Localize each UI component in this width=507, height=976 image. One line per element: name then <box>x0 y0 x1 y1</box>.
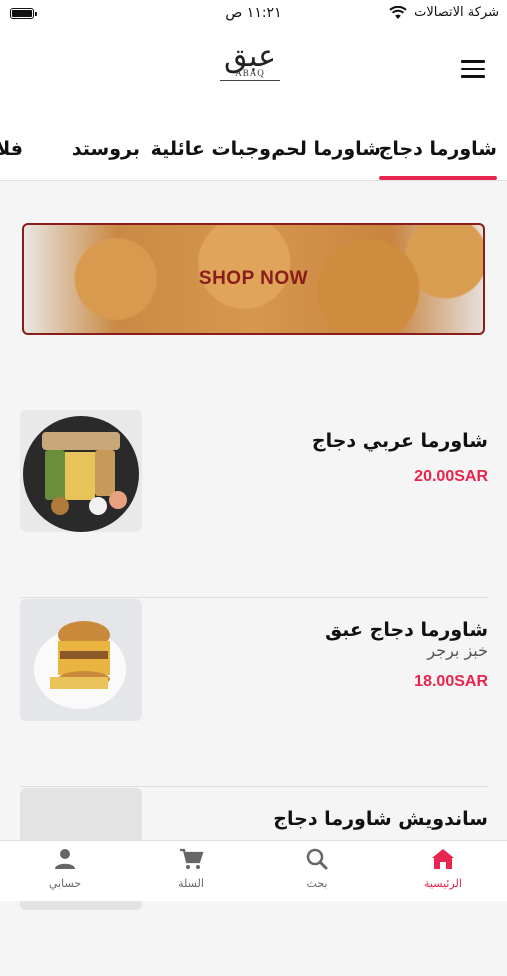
status-bar: شركة الاتصالات ١١:٢١ ص <box>0 0 507 30</box>
hamburger-icon <box>461 60 485 63</box>
nav-cart[interactable]: السلة <box>146 847 236 890</box>
product-card[interactable]: شاورما دجاج عبق خبز برجر 18.00SAR <box>20 599 488 787</box>
banner-text: SHOP NOW <box>198 268 309 289</box>
product-card[interactable]: شاورما عربي دجاج 20.00SAR <box>20 410 488 598</box>
tab-family-meals[interactable]: وجبات عائلية <box>151 138 271 160</box>
product-price: 18.00SAR <box>414 673 488 690</box>
tab-meat-shawarma[interactable]: شاورما لحم <box>271 138 381 160</box>
product-image <box>20 410 142 532</box>
menu-button[interactable] <box>461 60 485 80</box>
promo-banner[interactable]: SHOP NOW <box>22 223 485 335</box>
home-icon <box>432 849 454 869</box>
nav-account-label: حسابي <box>48 877 82 890</box>
nav-search-label: بحث <box>306 877 328 890</box>
person-icon <box>55 849 75 869</box>
product-name: ساندويش شاورما دجاج <box>273 808 488 830</box>
nav-search[interactable]: بحث <box>272 847 362 890</box>
bottom-navigation: الرئيسية بحث السلة حسابي <box>0 840 507 901</box>
battery-icon <box>10 8 37 19</box>
product-name: شاورما عربي دجاج <box>311 430 488 452</box>
status-time: ١١:٢١ ص <box>225 5 282 21</box>
tab-broasted[interactable]: بروستد <box>72 138 140 160</box>
product-image <box>20 599 142 721</box>
nav-home[interactable]: الرئيسية <box>398 847 488 890</box>
logo-latin: ABAQ <box>235 68 265 78</box>
cart-icon <box>180 848 204 869</box>
product-name: شاورما دجاج عبق <box>325 619 488 641</box>
product-description: خبز برجر <box>427 641 488 660</box>
tab-partial[interactable]: فلا <box>0 138 23 160</box>
search-icon <box>306 848 328 870</box>
nav-account[interactable]: حسابي <box>20 847 110 890</box>
product-price: 20.00SAR <box>414 468 488 485</box>
tab-chicken-shawarma[interactable]: شاورما دجاج <box>378 138 498 180</box>
nav-cart-label: السلة <box>178 877 204 890</box>
app-header: عبق ABAQ <box>0 30 507 110</box>
category-tabs: شاورما دجاج شاورما لحم وجبات عائلية بروس… <box>0 110 507 181</box>
nav-home-label: الرئيسية <box>424 877 462 890</box>
brand-logo: عبق ABAQ <box>210 40 290 104</box>
